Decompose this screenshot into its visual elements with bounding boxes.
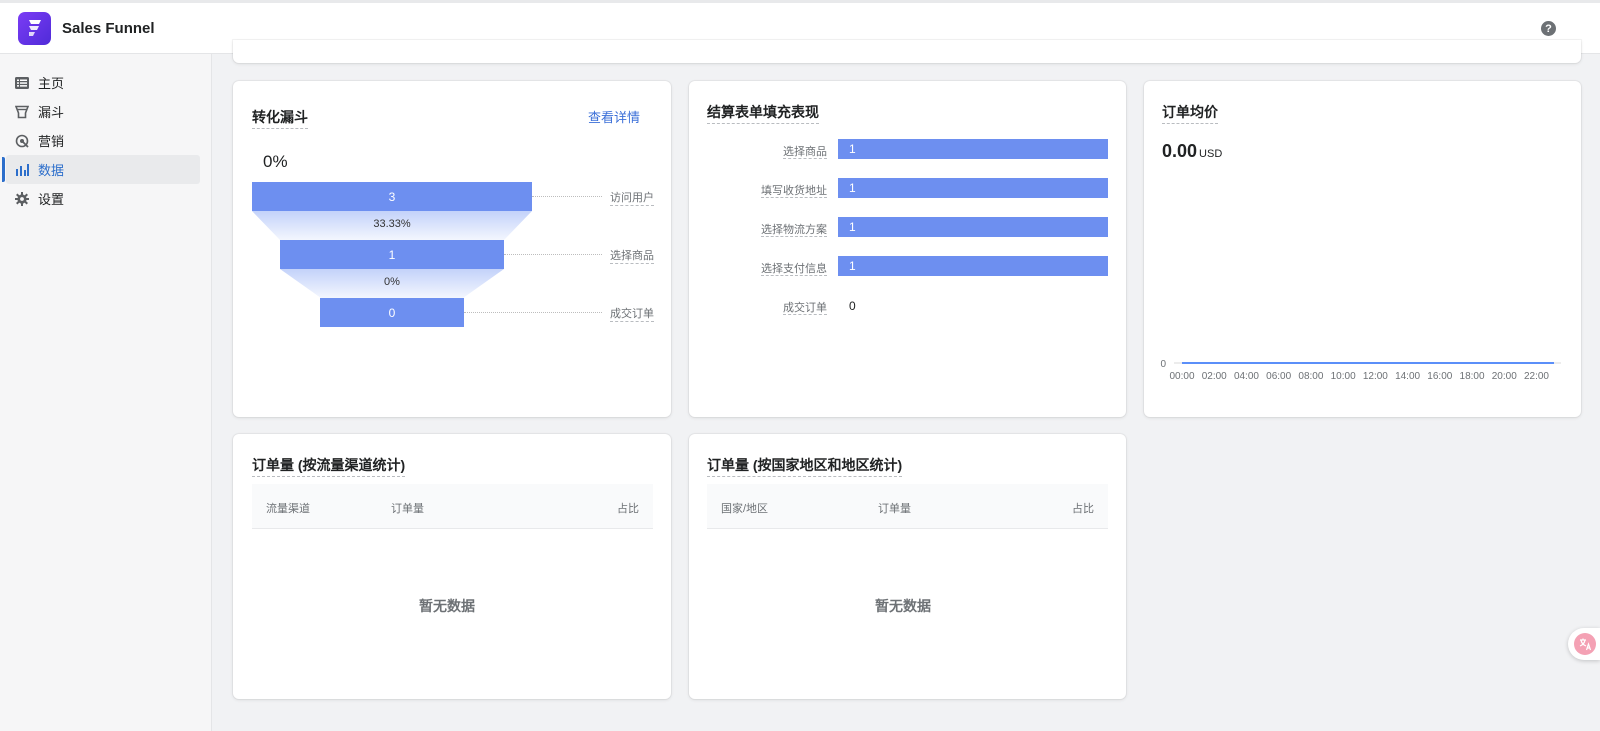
funnel-step-rate: 33.33% bbox=[373, 218, 411, 230]
view-details-link[interactable]: 查看详情 bbox=[588, 107, 640, 126]
form-step-label: 选择物流方案 bbox=[761, 224, 827, 237]
overall-conversion-rate: 0% bbox=[263, 152, 288, 171]
funnel-leader-line bbox=[464, 312, 602, 313]
conversion-funnel-card: 转化漏斗 查看详情 0% 3 33.33% 1 0% 0 访问用户 选择商品 成… bbox=[233, 81, 671, 417]
x-tick-label: 18:00 bbox=[1460, 371, 1485, 382]
funnel-stage-bar[interactable]: 3 bbox=[252, 182, 532, 211]
form-step-value: 0 bbox=[849, 299, 856, 313]
logo-icon bbox=[28, 20, 41, 36]
sidebar-item-funnel[interactable]: 漏斗 bbox=[6, 97, 200, 126]
column-header: 占比 bbox=[617, 503, 639, 515]
empty-state: 暂无数据 bbox=[875, 598, 931, 614]
sidebar-item-data[interactable]: 数据 bbox=[2, 155, 200, 184]
column-header: 订单量 bbox=[878, 503, 911, 515]
form-step-bar[interactable]: 1 bbox=[838, 256, 1108, 276]
sidebar-item-label: 数据 bbox=[38, 163, 65, 178]
translate-button[interactable] bbox=[1568, 628, 1600, 660]
sidebar-item-label: 营销 bbox=[38, 134, 65, 149]
avg-order-card: 订单均价 0.00 USD 0 00:00 02:00 04:00 06:00 08:00… bbox=[1144, 81, 1581, 417]
card-title: 转化漏斗 bbox=[252, 107, 308, 129]
checkout-form-card: 结算表单填充表现 选择商品 1 填写收货地址 1 选择物流方案 1 选择支付信息… bbox=[689, 81, 1126, 417]
marketing-icon bbox=[14, 133, 30, 149]
form-step-bar[interactable]: 1 bbox=[838, 178, 1108, 198]
translate-icon bbox=[1574, 633, 1596, 655]
x-tick-label: 12:00 bbox=[1363, 371, 1388, 382]
table-header: 国家/地区 订单量 占比 bbox=[707, 484, 1108, 529]
x-tick-label: 08:00 bbox=[1298, 371, 1323, 382]
sidebar-item-settings[interactable]: 设置 bbox=[6, 184, 200, 213]
card-title: 结算表单填充表现 bbox=[707, 102, 819, 124]
form-step-bar[interactable]: 1 bbox=[838, 217, 1108, 237]
sidebar-item-label: 漏斗 bbox=[38, 105, 65, 120]
previous-card bbox=[233, 40, 1581, 63]
list-icon bbox=[14, 75, 30, 91]
x-tick-label: 02:00 bbox=[1202, 371, 1227, 382]
card-title: 订单量 (按流量渠道统计) bbox=[252, 455, 406, 477]
sidebar: 主页 漏斗 营销 数据 设置 bbox=[0, 54, 212, 731]
column-header: 订单量 bbox=[391, 503, 424, 515]
form-step-label: 成交订单 bbox=[783, 302, 827, 315]
sidebar-item-label: 设置 bbox=[38, 192, 65, 207]
y-tick-label: 0 bbox=[1160, 359, 1166, 370]
sidebar-item-label: 主页 bbox=[38, 76, 65, 91]
funnel-icon bbox=[14, 104, 30, 120]
app-title: Sales Funnel bbox=[62, 19, 155, 37]
x-tick-label: 14:00 bbox=[1395, 371, 1420, 382]
funnel-leader-line bbox=[504, 254, 602, 255]
avg-order-line-chart: 000:00 02:00 04:00 06:00 08:00 10:00 12:00 14:0… bbox=[1160, 359, 1561, 382]
x-tick-label: 10:00 bbox=[1331, 371, 1356, 382]
column-header: 占比 bbox=[1072, 503, 1094, 515]
x-tick-label: 20:00 bbox=[1492, 371, 1517, 382]
empty-state: 暂无数据 bbox=[419, 598, 475, 614]
column-header: 流量渠道 bbox=[266, 503, 310, 515]
x-tick-label: 22:00 bbox=[1524, 371, 1549, 382]
sidebar-item-home[interactable]: 主页 bbox=[6, 68, 200, 97]
orders-by-channel-card: 订单量 (按流量渠道统计) 流量渠道 订单量 占比 暂无数据 bbox=[233, 434, 671, 699]
app-logo bbox=[18, 11, 51, 45]
form-step-label: 选择商品 bbox=[783, 146, 827, 159]
funnel-stage-bar[interactable]: 1 bbox=[280, 240, 504, 269]
x-tick-label: 06:00 bbox=[1266, 371, 1291, 382]
help-icon[interactable]: ? bbox=[1541, 21, 1556, 36]
form-step-label: 填写收货地址 bbox=[761, 185, 827, 198]
form-step-label: 选择支付信息 bbox=[761, 263, 827, 276]
x-tick-label: 16:00 bbox=[1427, 371, 1452, 382]
funnel-stage-label: 访问用户 bbox=[610, 189, 654, 206]
orders-by-region-card: 订单量 (按国家地区和地区统计) 国家/地区 订单量 占比 暂无数据 bbox=[689, 434, 1126, 699]
funnel-stage-label: 选择商品 bbox=[610, 247, 654, 264]
gear-icon bbox=[14, 191, 30, 207]
x-tick-label: 00:00 bbox=[1169, 371, 1194, 382]
column-header: 国家/地区 bbox=[721, 503, 769, 515]
funnel-step-rate: 0% bbox=[384, 276, 400, 288]
funnel-stage-label: 成交订单 bbox=[610, 305, 654, 322]
form-step-bar[interactable]: 1 bbox=[838, 139, 1108, 159]
card-title: 订单量 (按国家地区和地区统计) bbox=[707, 455, 903, 477]
x-tick-label: 04:00 bbox=[1234, 371, 1259, 382]
funnel-leader-line bbox=[532, 196, 602, 197]
funnel-stage-bar[interactable]: 0 bbox=[320, 298, 464, 327]
bar-chart-icon bbox=[14, 162, 30, 178]
table-header: 流量渠道 订单量 占比 bbox=[252, 484, 653, 529]
sidebar-item-marketing[interactable]: 营销 bbox=[6, 126, 200, 155]
